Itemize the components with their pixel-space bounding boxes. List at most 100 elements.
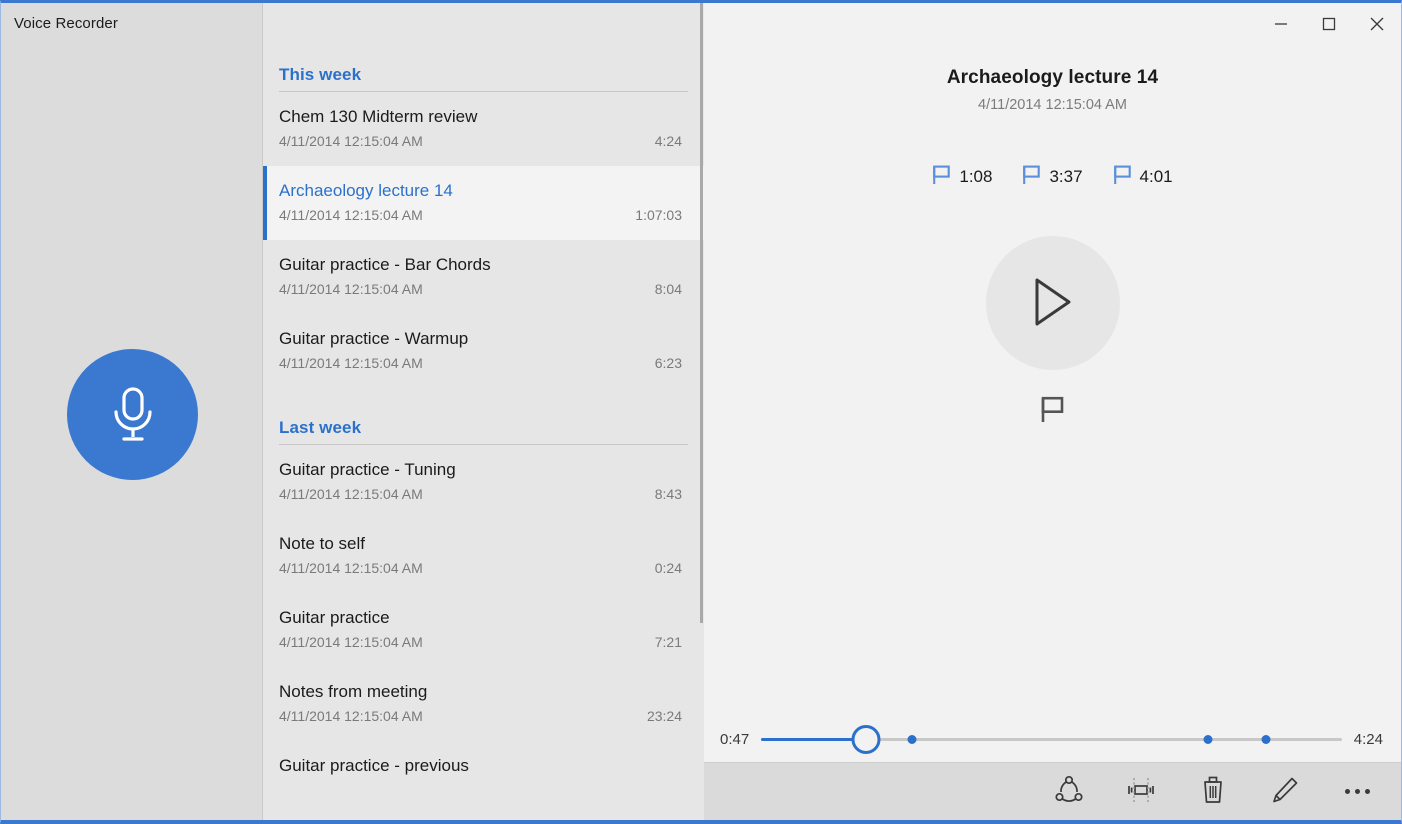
recording-date: 4/11/2014 12:15:04 AM [279,207,423,223]
recording-duration: 7:21 [654,634,682,650]
window-controls [1257,3,1401,47]
seek-thumb[interactable] [851,724,881,754]
recording-date: 4/11/2014 12:15:04 AM [279,708,423,724]
list-item-selected[interactable]: Archaeology lecture 14 4/11/2014 12:15:0… [263,166,704,240]
recording-meta: 4/11/2014 12:15:04 AM 7:21 [279,634,682,650]
current-time: 0:47 [720,730,750,748]
marker-time: 1:08 [959,166,993,186]
recording-meta: 4/11/2014 12:15:04 AM 8:04 [279,281,682,297]
recording-meta: 4/11/2014 12:15:04 AM 4:24 [279,133,682,149]
trash-icon [1200,775,1226,808]
recording-name: Guitar practice - Tuning [279,460,456,479]
recording-duration: 1:07:03 [635,207,682,223]
marker-chip[interactable]: 1:08 [930,163,994,190]
detail-date: 4/11/2014 12:15:04 AM [978,97,1127,113]
delete-button[interactable] [1177,764,1249,820]
recording-meta: 4/11/2014 12:15:04 AM 0:24 [279,560,682,576]
recording-date: 4/11/2014 12:15:04 AM [279,133,423,149]
recording-name: Note to self [279,534,365,553]
recording-meta: 4/11/2014 12:15:04 AM 23:24 [279,708,682,724]
list-item[interactable]: Guitar practice - previous [263,741,704,815]
recording-duration: 6:23 [654,355,682,371]
recording-duration: 8:43 [654,486,682,502]
seek-bar[interactable]: 0:47 4:24 [704,724,1401,754]
total-time: 4:24 [1353,730,1383,748]
group-header: This week [279,65,362,84]
flag-icon [1022,165,1041,188]
detail-panel: Archaeology lecture 14 4/11/2014 12:15:0… [704,3,1401,820]
record-button[interactable] [67,349,198,480]
microphone-icon [103,383,163,447]
rename-button[interactable] [1249,764,1321,820]
recordings-list: This week Chem 130 Midterm review 4/11/2… [263,3,704,820]
markers-row: 1:08 3:37 4:01 [704,163,1401,190]
recording-meta: 4/11/2014 12:15:04 AM 8:43 [279,486,682,502]
recording-name: Guitar practice - Bar Chords [279,255,491,274]
list-group-last-week: Last week Guitar practice - Tuning 4/11/… [263,388,704,815]
add-marker-button[interactable] [1026,388,1080,435]
seek-track-fill [761,737,866,741]
recording-date: 4/11/2014 12:15:04 AM [279,486,423,502]
pencil-icon [1270,775,1300,808]
minimize-icon [1274,17,1288,34]
recording-duration: 8:04 [654,281,682,297]
trim-button[interactable] [1105,764,1177,820]
bottom-toolbar [704,762,1401,820]
list-item[interactable]: Guitar practice - Bar Chords 4/11/2014 1… [263,240,704,314]
voice-recorder-window: Voice Recorder This week Chem 130 Midter… [0,0,1402,824]
recording-name: Guitar practice [279,608,390,627]
seek-track[interactable] [761,724,1342,754]
page-title: Archaeology lecture 14 [946,67,1159,88]
marker-chip[interactable]: 3:37 [1020,163,1084,190]
recording-name: Chem 130 Midterm review [279,107,478,126]
maximize-button[interactable] [1305,3,1353,47]
close-icon [1369,16,1385,35]
list-item[interactable]: Chem 130 Midterm review 4/11/2014 12:15:… [263,92,704,166]
group-header: Last week [279,418,362,437]
maximize-icon [1322,17,1336,34]
list-item[interactable]: Note to self 4/11/2014 12:15:04 AM 0:24 [263,519,704,593]
recordings-list-panel[interactable]: This week Chem 130 Midterm review 4/11/2… [263,3,704,820]
share-icon [1054,775,1084,808]
ellipsis-icon [1344,789,1370,794]
play-button[interactable] [985,236,1120,370]
play-icon [1031,277,1075,330]
add-marker-container [704,388,1401,435]
seek-marker-dot[interactable] [1261,734,1271,744]
trim-icon [1125,777,1157,806]
list-item[interactable]: Guitar practice 4/11/2014 12:15:04 AM 7:… [263,593,704,667]
close-button[interactable] [1353,3,1401,47]
left-panel: Voice Recorder [1,3,263,820]
minimize-button[interactable] [1257,3,1305,47]
recording-meta: 4/11/2014 12:15:04 AM 6:23 [279,355,682,371]
marker-time: 4:01 [1139,166,1173,186]
recording-name: Notes from meeting [279,682,428,701]
recording-duration: 23:24 [646,708,682,724]
scrollbar-thumb[interactable] [700,3,703,623]
flag-icon [932,165,951,188]
recording-meta: 4/11/2014 12:15:04 AM 1:07:03 [279,207,682,223]
list-item[interactable]: Guitar practice - Tuning 4/11/2014 12:15… [263,445,704,519]
flag-icon [1113,165,1132,188]
more-button[interactable] [1321,764,1393,820]
recording-date: 4/11/2014 12:15:04 AM [279,281,423,297]
flag-icon [1040,396,1066,427]
app-title: Voice Recorder [14,15,118,32]
marker-time: 3:37 [1049,166,1083,186]
play-button-container [704,236,1401,370]
seek-marker-dot[interactable] [907,734,917,744]
recording-name: Archaeology lecture 14 [279,181,453,200]
recording-duration: 0:24 [654,560,682,576]
list-item[interactable]: Guitar practice - Warmup 4/11/2014 12:15… [263,314,704,388]
recording-name: Guitar practice - Warmup [279,329,469,348]
recording-date: 4/11/2014 12:15:04 AM [279,634,423,650]
recording-name: Guitar practice - previous [279,756,469,775]
recording-duration: 4:24 [654,133,682,149]
recording-date: 4/11/2014 12:15:04 AM [279,560,423,576]
marker-chip[interactable]: 4:01 [1111,163,1175,190]
list-item[interactable]: Notes from meeting 4/11/2014 12:15:04 AM… [263,667,704,741]
share-button[interactable] [1033,764,1105,820]
recording-date: 4/11/2014 12:15:04 AM [279,355,423,371]
seek-marker-dot[interactable] [1203,734,1213,744]
list-group-this-week: This week Chem 130 Midterm review 4/11/2… [263,3,704,388]
